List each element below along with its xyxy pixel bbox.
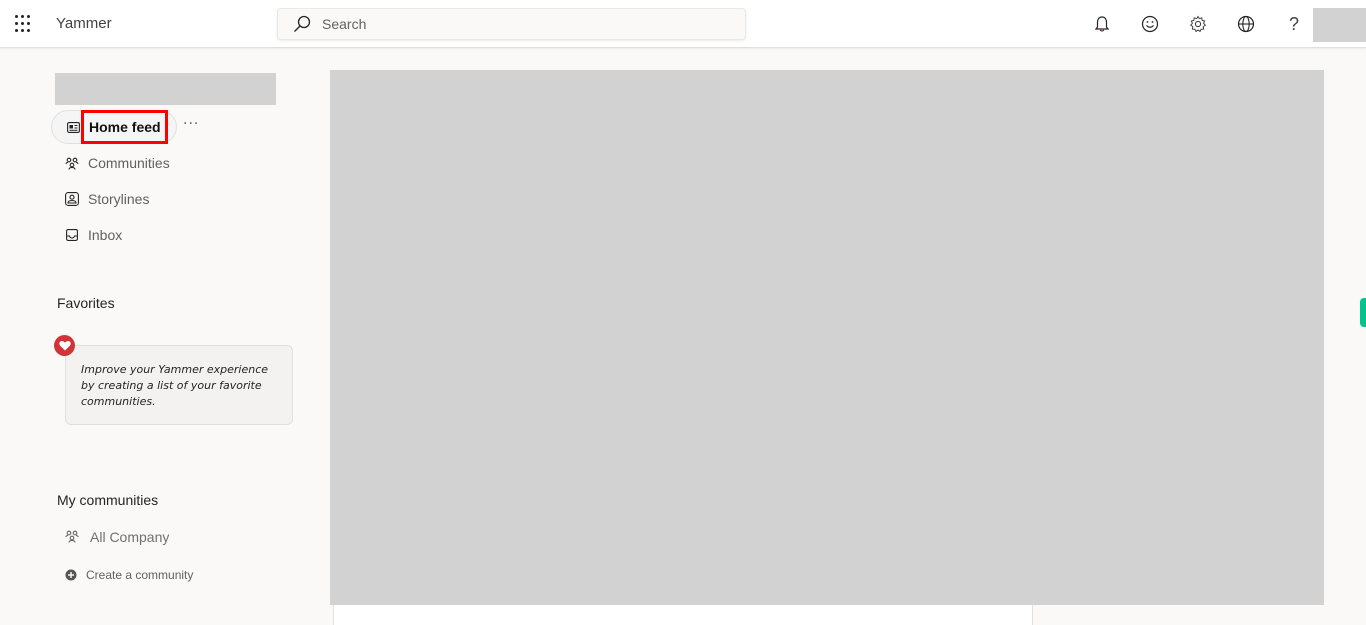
main-content-placeholder (330, 70, 1324, 605)
nav-label: Inbox (88, 227, 123, 243)
nav-label: Home feed (89, 119, 161, 135)
bell-icon[interactable] (1090, 12, 1114, 36)
search-box[interactable] (277, 8, 746, 40)
heart-icon (54, 335, 75, 356)
nav-label: Communities (88, 155, 170, 171)
feedback-side-tab[interactable] (1360, 298, 1366, 327)
community-all-company[interactable]: All Company (65, 526, 169, 548)
search-input[interactable] (322, 16, 702, 32)
top-bar: Yammer ? (0, 0, 1366, 48)
help-glyph: ? (1288, 13, 1299, 34)
favorites-empty-message: Improve your Yammer experience by creati… (81, 363, 269, 408)
nav-storylines[interactable]: Storylines (51, 182, 149, 216)
app-title[interactable]: Yammer (56, 15, 112, 32)
create-community-button[interactable]: Create a community (65, 566, 193, 584)
favorites-title: Favorites (57, 295, 115, 311)
favorites-empty-card: Improve your Yammer experience by creati… (65, 345, 293, 425)
more-options-button[interactable]: ··· (183, 116, 199, 132)
network-banner (55, 73, 276, 105)
plus-circle-icon (65, 566, 77, 585)
nav-communities[interactable]: Communities (51, 146, 170, 180)
create-community-label: Create a community (86, 568, 194, 582)
globe-icon[interactable] (1234, 12, 1258, 36)
inbox-icon (65, 228, 79, 242)
nav-home-feed[interactable]: Home feed (51, 110, 177, 144)
gear-icon[interactable] (1186, 12, 1210, 36)
feed-card (333, 605, 1033, 625)
smiley-icon[interactable] (1138, 12, 1162, 36)
people-icon (65, 528, 79, 547)
community-label: All Company (90, 529, 170, 545)
waffle-icon[interactable] (15, 15, 33, 33)
help-icon[interactable]: ? (1282, 12, 1306, 36)
nav-label: Storylines (88, 191, 150, 207)
people-icon (65, 156, 79, 170)
search-icon (294, 15, 311, 32)
storyline-icon (65, 192, 79, 206)
nav-inbox[interactable]: Inbox (51, 218, 122, 252)
avatar[interactable] (1313, 8, 1366, 42)
my-communities-title: My communities (57, 492, 159, 508)
newspaper-icon (66, 120, 80, 134)
